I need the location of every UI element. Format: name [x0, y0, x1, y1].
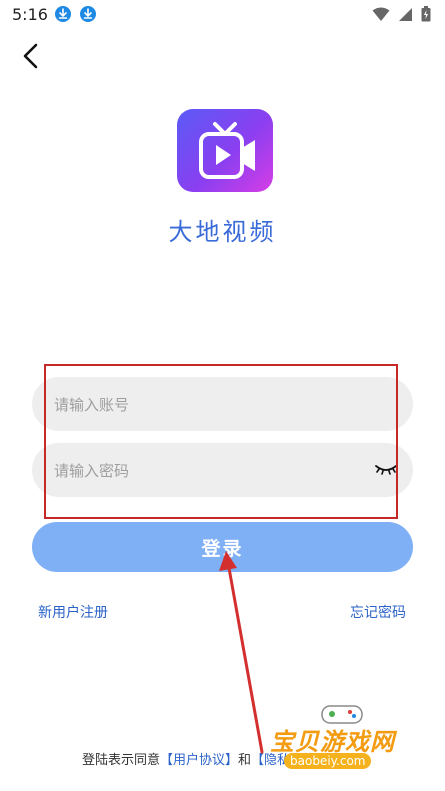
password-input[interactable] [52, 443, 376, 499]
agreement-prefix: 登陆表示同意 [82, 753, 161, 768]
watermark: 宝贝游戏网 baobeiy.com [270, 700, 420, 776]
watermark-url: baobeiy.com [284, 753, 372, 769]
login-button[interactable]: 登录 [32, 522, 413, 572]
download-icon [55, 6, 71, 22]
app-logo [177, 109, 273, 192]
account-field[interactable] [32, 377, 413, 433]
wifi-icon [372, 7, 390, 26]
agreement-conjunction: 和 [238, 753, 252, 768]
chevron-left-icon [23, 43, 38, 69]
forgot-password-link[interactable]: 忘记密码 [350, 602, 406, 622]
status-bar: 5:16 [0, 0, 445, 30]
tv-play-icon [199, 122, 255, 179]
back-button[interactable] [14, 40, 46, 72]
battery-icon [421, 6, 431, 26]
eye-closed-icon[interactable] [375, 462, 397, 478]
signal-icon [398, 7, 413, 26]
account-input[interactable] [52, 377, 376, 433]
register-link[interactable]: 新用户注册 [38, 602, 108, 622]
status-time: 5:16 [12, 5, 48, 24]
download-icon [80, 6, 96, 22]
app-name: 大地视频 [168, 218, 277, 246]
user-agreement-link[interactable]: 【用户协议】 [160, 753, 238, 768]
password-field[interactable] [32, 443, 413, 499]
watermark-title: 宝贝游戏网 [270, 728, 395, 756]
